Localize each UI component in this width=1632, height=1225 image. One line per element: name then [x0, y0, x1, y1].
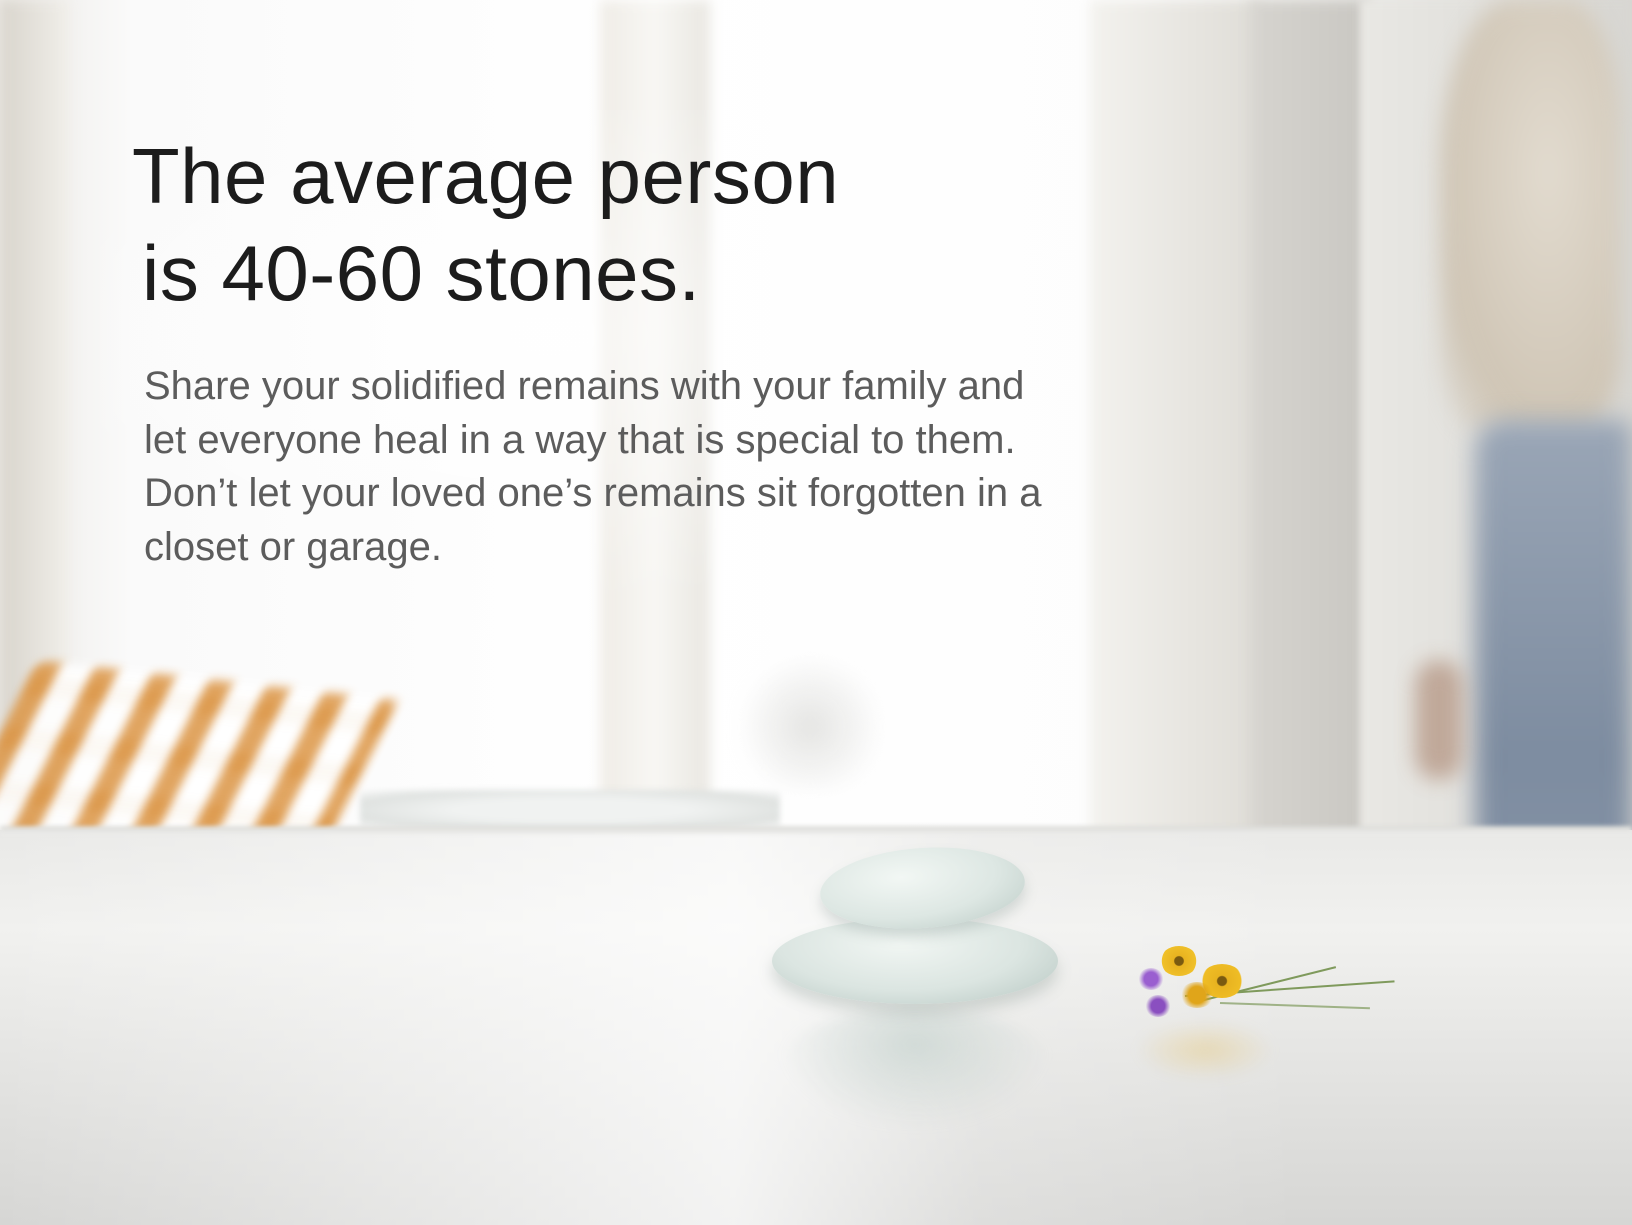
blurred-cup — [740, 650, 880, 790]
stone-bottom — [772, 918, 1058, 1004]
headline-line: is 40-60 stones. — [142, 229, 701, 317]
body-line: Share your solidified remains with your … — [144, 364, 1025, 408]
headline: The average person is 40-60 stones. — [132, 128, 839, 322]
stone-reflection — [780, 1008, 1050, 1128]
body-line: let everyone heal in a way that is speci… — [144, 417, 1016, 462]
person-hand — [1415, 660, 1463, 780]
person-torso — [1440, 0, 1620, 430]
purple-flower — [1145, 995, 1171, 1017]
body-line: closet or garage. — [144, 524, 442, 569]
headline-line: The average person — [132, 132, 840, 220]
yellow-flower — [1160, 946, 1198, 976]
purple-flower — [1138, 968, 1164, 990]
body-copy: Share your solidified remains with your … — [144, 360, 1084, 574]
body-line: Don’t let your loved one’s remains sit f… — [144, 471, 1042, 515]
door-frame — [1250, 0, 1370, 960]
yellow-flower — [1180, 982, 1214, 1008]
curtain — [1090, 0, 1260, 960]
table-edge — [0, 826, 1632, 834]
flower-reflection — [1135, 1020, 1275, 1080]
blurred-plate — [360, 790, 780, 830]
